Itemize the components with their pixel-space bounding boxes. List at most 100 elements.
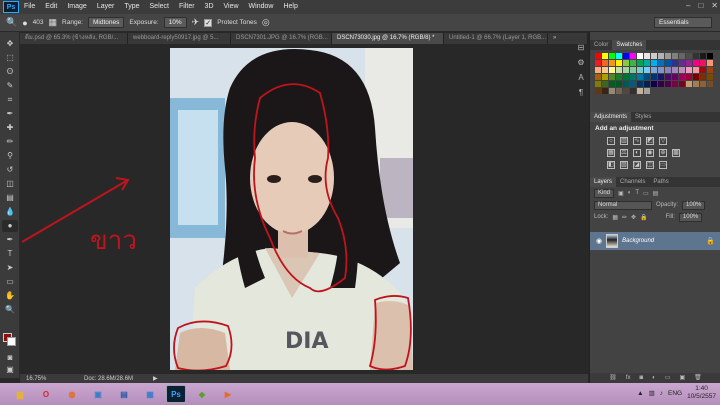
swatch[interactable] (700, 67, 706, 73)
new-adjustment-icon[interactable]: ◐ (652, 373, 656, 383)
swatch[interactable] (595, 60, 601, 66)
swatch[interactable] (693, 53, 699, 59)
volume-icon[interactable]: ♪ (660, 390, 663, 397)
swatch[interactable] (672, 67, 678, 73)
swatch[interactable] (602, 60, 608, 66)
swatch[interactable] (602, 67, 608, 73)
swatch[interactable] (630, 88, 636, 94)
menu-select[interactable]: Select (145, 0, 174, 14)
character-panel-icon[interactable]: A (575, 73, 587, 85)
swatch[interactable] (616, 74, 622, 80)
shape-tool-icon[interactable]: ▭ (2, 276, 18, 288)
fill-input[interactable]: 100% (678, 212, 703, 222)
filter-smart-icon[interactable]: ▤ (653, 190, 659, 197)
swatch[interactable] (595, 67, 601, 73)
blur-tool-icon[interactable]: 💧 (2, 206, 18, 218)
swatch[interactable] (672, 60, 678, 66)
sponge-tool-icon[interactable]: ● (2, 220, 18, 232)
canvas-area[interactable]: ขาว DIA (20, 44, 588, 374)
network-icon[interactable]: ▥ (649, 389, 655, 397)
hue-saturation-icon[interactable]: ▦ (607, 149, 615, 157)
swatch[interactable] (651, 74, 657, 80)
swatch[interactable] (651, 67, 657, 73)
document-icon[interactable]: ▤ (114, 385, 134, 403)
workspace-select[interactable]: Essentials (654, 17, 712, 28)
swatch[interactable] (616, 67, 622, 73)
levels-icon[interactable]: ▥ (620, 137, 628, 145)
menu-3d[interactable]: 3D (200, 0, 219, 14)
swatch[interactable] (616, 88, 622, 94)
swatch[interactable] (672, 74, 678, 80)
color-lookup-icon[interactable]: ▩ (672, 149, 680, 157)
tab-document-1[interactable]: ดีม.psd @ 65.3% (ข้างหลัง, RGB/... (20, 33, 128, 44)
swatch[interactable] (602, 88, 608, 94)
link-layers-icon[interactable]: ⛓ (609, 373, 617, 383)
close-icon[interactable]: ✕ (711, 1, 718, 10)
tab-color[interactable]: Color (590, 40, 612, 50)
swatch[interactable] (644, 53, 650, 59)
maximize-icon[interactable]: □ (698, 1, 703, 10)
tab-swatches[interactable]: Swatches (612, 40, 647, 50)
photoshop-taskbar-icon[interactable]: Ps (166, 385, 186, 403)
firefox-icon[interactable]: ◍ (62, 385, 82, 403)
swatch[interactable] (658, 74, 664, 80)
posterize-icon[interactable]: ▨ (620, 161, 628, 169)
menu-layer[interactable]: Layer (92, 0, 120, 14)
gradient-map-icon[interactable]: ▭ (659, 161, 667, 169)
menu-edit[interactable]: Edit (40, 0, 62, 14)
swatch[interactable] (595, 53, 601, 59)
tray-arrow-icon[interactable]: ▲ (637, 390, 643, 397)
swatch[interactable] (665, 53, 671, 59)
lock-image-icon[interactable]: ✏ (622, 214, 627, 221)
swatch[interactable] (616, 60, 622, 66)
menu-help[interactable]: Help (278, 0, 302, 14)
menu-filter[interactable]: Filter (174, 0, 200, 14)
swatch[interactable] (630, 74, 636, 80)
swatch[interactable] (686, 60, 692, 66)
range-select[interactable]: Midtones (88, 17, 125, 28)
new-group-icon[interactable]: ▭ (665, 373, 671, 383)
swatch[interactable] (644, 88, 650, 94)
new-layer-icon[interactable]: ▣ (679, 373, 685, 383)
tab-channels[interactable]: Channels (616, 177, 649, 187)
menu-type[interactable]: Type (119, 0, 144, 14)
healing-brush-tool-icon[interactable]: ✚ (2, 122, 18, 134)
swatch[interactable] (651, 53, 657, 59)
vibrance-icon[interactable]: ▽ (659, 137, 667, 145)
type-tool-icon[interactable]: T (2, 248, 18, 260)
swatch[interactable] (693, 81, 699, 87)
swatch[interactable] (700, 60, 706, 66)
swatch[interactable] (644, 67, 650, 73)
color-balance-icon[interactable]: ⚖ (620, 149, 628, 157)
tab-layers[interactable]: Layers (590, 177, 617, 187)
swatch[interactable] (630, 60, 636, 66)
swatch[interactable] (707, 81, 713, 87)
filter-adjust-icon[interactable]: ◐ (628, 190, 632, 196)
history-brush-tool-icon[interactable]: ↺ (2, 164, 18, 176)
swatch[interactable] (644, 81, 650, 87)
swatch[interactable] (623, 74, 629, 80)
gradient-tool-icon[interactable]: ▤ (2, 192, 18, 204)
swatch[interactable] (637, 81, 643, 87)
swatch[interactable] (637, 74, 643, 80)
blend-mode-select[interactable]: Normal (594, 200, 652, 210)
tab-document-active[interactable]: DSCN73030.jpg @ 16.7% (RGB/8) * (332, 33, 444, 44)
swatch[interactable] (630, 67, 636, 73)
eraser-tool-icon[interactable]: ◫ (2, 178, 18, 190)
menu-file[interactable]: File (19, 0, 40, 14)
swatch[interactable] (609, 53, 615, 59)
swatch[interactable] (602, 53, 608, 59)
layer-row-background[interactable]: ◉ Background 🔒 (590, 232, 720, 250)
swatch[interactable] (602, 74, 608, 80)
selective-color-icon[interactable]: ◫ (646, 161, 654, 169)
swatch[interactable] (700, 81, 706, 87)
game-icon[interactable]: ◆ (192, 385, 212, 403)
swatch[interactable] (637, 60, 643, 66)
swatch[interactable] (679, 53, 685, 59)
paragraph-panel-icon[interactable]: ¶ (575, 88, 587, 100)
swatch[interactable] (637, 88, 643, 94)
clock[interactable]: 1:40 10/5/2557 (687, 385, 716, 401)
swatch[interactable] (707, 74, 713, 80)
airbrush-icon[interactable]: ✈ (192, 17, 200, 28)
brush-preset-icon[interactable]: ● (22, 18, 27, 28)
